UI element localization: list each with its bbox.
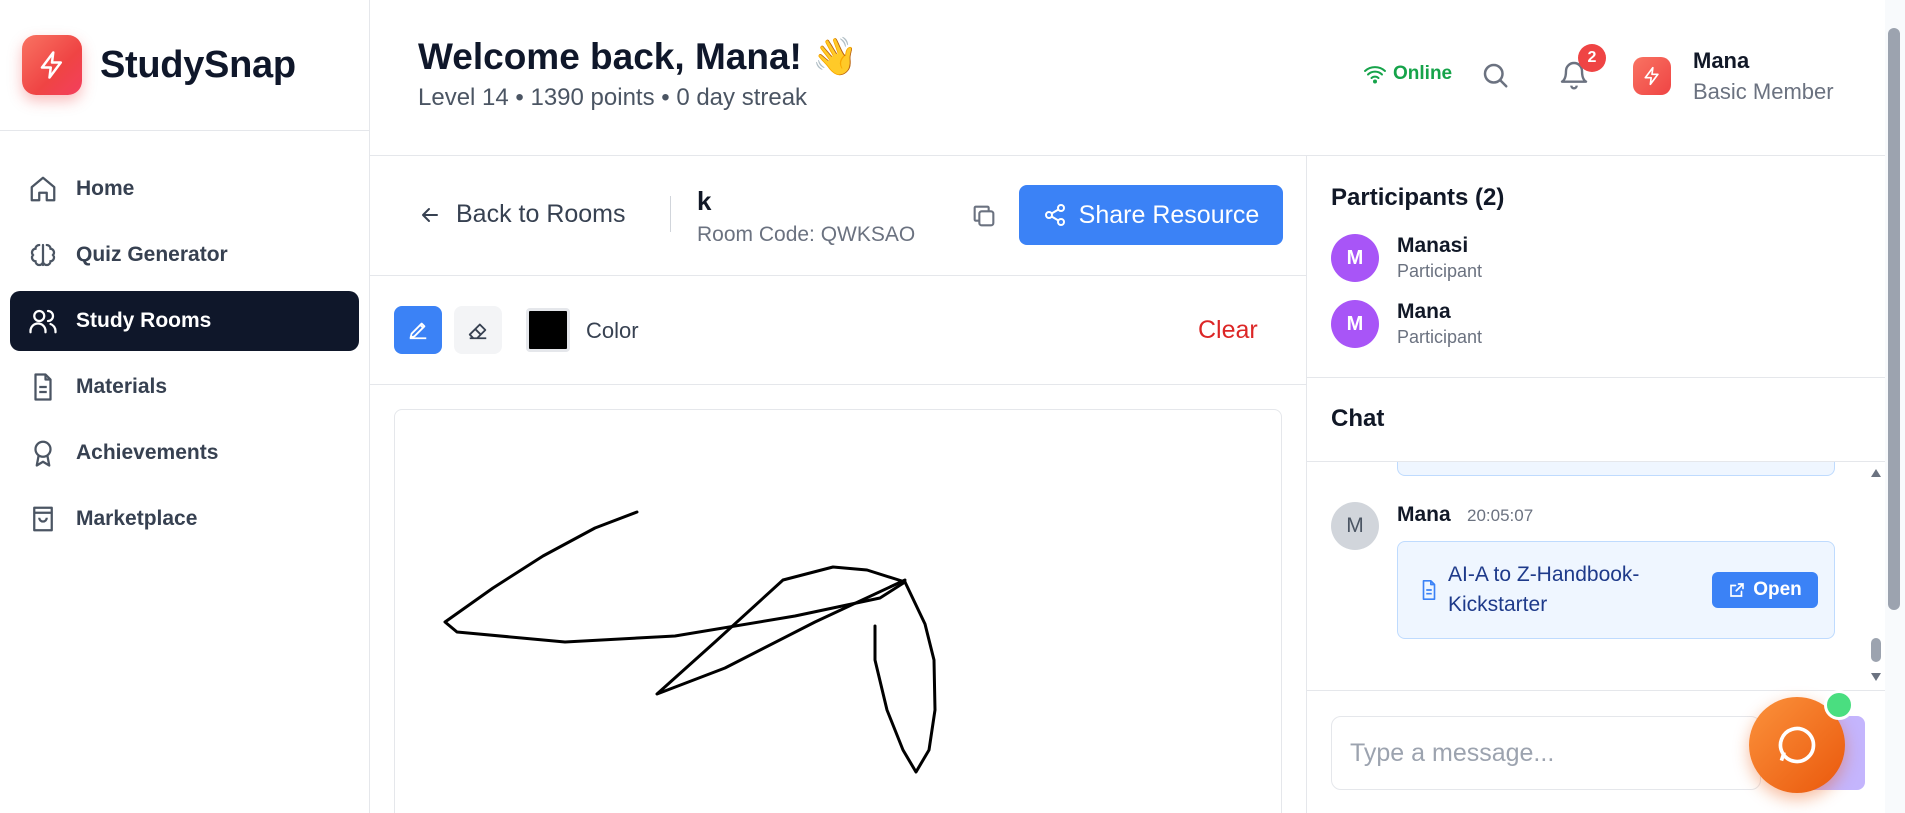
open-resource-button[interactable]: Open: [1712, 572, 1818, 608]
document-icon: [34, 373, 52, 401]
shared-file-name: AI-A to Z-Handbook-Kickstarter: [1448, 563, 1640, 616]
sidebar-item-study-rooms[interactable]: Study Rooms: [10, 291, 359, 351]
brand[interactable]: StudySnap: [0, 0, 369, 131]
welcome-heading: Welcome back, Mana! 👋: [418, 36, 859, 77]
whiteboard-area: [370, 385, 1306, 813]
app-root: StudySnap Home Quiz Generator Study Room…: [0, 0, 1905, 813]
divider: [1307, 690, 1886, 691]
notification-badge: 2: [1578, 44, 1606, 72]
sidebar-item-materials[interactable]: Materials: [10, 357, 359, 417]
online-status: Online: [1363, 62, 1452, 86]
sidebar: StudySnap Home Quiz Generator Study Room…: [0, 0, 370, 813]
participant-role: Participant: [1397, 327, 1483, 347]
participant-item: M Manasi Participant: [1331, 234, 1482, 282]
pen-tool-button[interactable]: [394, 306, 442, 354]
home-icon: [30, 176, 56, 202]
brand-name: StudySnap: [100, 43, 296, 86]
lightning-icon: [1644, 66, 1659, 86]
share-label: Share Resource: [1078, 200, 1260, 229]
room-bar: Back to Rooms k Room Code: QWKSAO Share …: [370, 156, 1306, 276]
drawing-strokes: [443, 510, 937, 774]
message-circle-icon: [1778, 726, 1816, 764]
sidebar-item-quiz-generator[interactable]: Quiz Generator: [10, 225, 359, 285]
participant-name: Mana: [1397, 300, 1451, 323]
top-header: Welcome back, Mana! 👋 Level 14 • 1390 po…: [370, 0, 1885, 156]
search-icon[interactable]: [1480, 60, 1510, 90]
chat-message-list[interactable]: M Mana 20:05:07 AI-A to Z-Handbook-Kicks…: [1307, 462, 1867, 690]
online-indicator-dot: [1824, 690, 1854, 720]
sidebar-item-label: Achievements: [76, 441, 219, 464]
scroll-up-arrow-icon[interactable]: [1870, 468, 1882, 478]
user-tier: Basic Member: [1693, 79, 1834, 104]
share-resource-button[interactable]: Share Resource: [1019, 185, 1283, 245]
sidebar-item-label: Study Rooms: [76, 309, 212, 332]
sidebar-nav: Home Quiz Generator Study Rooms Material…: [0, 131, 369, 549]
sidebar-item-label: Home: [76, 177, 135, 200]
award-icon: [34, 440, 52, 467]
open-label: Open: [1753, 579, 1802, 600]
divider: [670, 196, 671, 232]
chat-scrollbar-thumb[interactable]: [1871, 638, 1881, 662]
avatar: M: [1331, 502, 1379, 550]
participant-name: Manasi: [1397, 234, 1469, 257]
sidebar-item-achievements[interactable]: Achievements: [10, 423, 359, 483]
color-label: Color: [586, 318, 639, 343]
eraser-tool-button[interactable]: [454, 306, 502, 354]
chat-message-input[interactable]: [1331, 716, 1761, 790]
share-icon: [1044, 204, 1065, 226]
shopping-bag-icon: [33, 506, 53, 532]
previous-message-bubble: [1397, 462, 1835, 476]
page-scrollbar-thumb[interactable]: [1888, 28, 1900, 610]
lightning-icon: [22, 35, 82, 95]
back-label: Back to Rooms: [456, 200, 626, 228]
chat-title: Chat: [1331, 405, 1385, 432]
user-name: Mana: [1693, 48, 1750, 73]
back-to-rooms-button[interactable]: Back to Rooms: [418, 200, 626, 229]
color-swatch[interactable]: [526, 308, 570, 352]
user-avatar[interactable]: [1633, 57, 1671, 95]
participant-item: M Mana Participant: [1331, 300, 1482, 348]
external-link-icon: [1730, 583, 1745, 597]
sidebar-item-label: Materials: [76, 375, 168, 398]
message-timestamp: 20:05:07: [1467, 506, 1534, 525]
user-stats: Level 14 • 1390 points • 0 day streak: [418, 84, 808, 111]
pencil-icon: [409, 322, 427, 340]
sidebar-item-home[interactable]: Home: [10, 159, 359, 219]
copy-icon[interactable]: [970, 202, 998, 230]
message-sender: Mana: [1397, 503, 1451, 526]
brain-icon: [30, 243, 56, 267]
clear-button[interactable]: Clear: [1198, 316, 1258, 345]
avatar: M: [1331, 300, 1379, 348]
eraser-icon: [468, 323, 487, 340]
users-icon: [29, 309, 57, 334]
participant-role: Participant: [1397, 261, 1483, 281]
online-label: Online: [1393, 63, 1453, 84]
avatar: M: [1331, 234, 1379, 282]
whiteboard-toolbar: Color Clear: [370, 276, 1306, 385]
room-code: Room Code: QWKSAO: [697, 223, 916, 246]
file-icon: [1422, 580, 1436, 600]
sidebar-item-marketplace[interactable]: Marketplace: [10, 489, 359, 549]
room-name: k: [697, 186, 712, 216]
participants-title: Participants (2): [1331, 184, 1505, 211]
whiteboard-canvas[interactable]: [394, 409, 1282, 813]
arrow-left-icon: [422, 207, 438, 222]
sidebar-item-label: Marketplace: [76, 507, 198, 530]
scroll-down-arrow-icon[interactable]: [1870, 672, 1882, 682]
shared-resource-card: AI-A to Z-Handbook-Kickstarter Open: [1397, 541, 1835, 639]
sidebar-item-label: Quiz Generator: [76, 243, 228, 266]
divider: [1307, 377, 1886, 378]
wifi-icon: [1364, 66, 1386, 84]
